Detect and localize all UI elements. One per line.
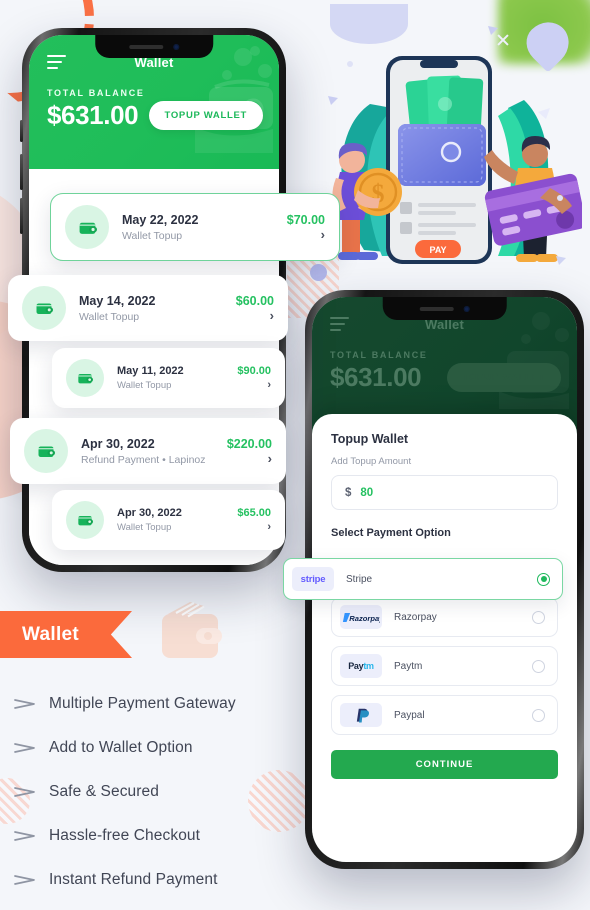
- wallet-icon: [65, 205, 109, 249]
- topup-wallet-sheet: Topup Wallet Add Topup Amount $ 80 Selec…: [312, 414, 577, 862]
- feature-item: Add to Wallet Option: [14, 726, 334, 770]
- transaction-amount: $90.00: [237, 365, 271, 377]
- payment-option-label: Stripe: [346, 573, 373, 585]
- feature-label: Multiple Payment Gateway: [49, 695, 236, 712]
- wallet-icon: [66, 501, 104, 539]
- wallet-ribbon-banner: Wallet: [0, 611, 132, 658]
- transaction-date: May 14, 2022: [79, 293, 156, 308]
- topup-wallet-button[interactable]: TOPUP WALLET: [446, 363, 561, 392]
- transaction-amount: $65.00: [237, 507, 271, 519]
- arrow-bullet-icon: [14, 787, 35, 797]
- transaction-card[interactable]: May 14, 2022 $60.00 Wallet Topup ›: [8, 275, 288, 341]
- payment-option-paypal[interactable]: Paypal: [331, 695, 558, 735]
- transaction-date: May 11, 2022: [117, 365, 184, 377]
- feature-label: Add to Wallet Option: [49, 739, 193, 756]
- amount-label: Add Topup Amount: [331, 456, 412, 467]
- balance-label: TOTAL BALANCE: [330, 350, 428, 360]
- feature-item: Instant Refund Payment: [14, 858, 334, 902]
- feature-label: Instant Refund Payment: [49, 871, 218, 888]
- ribbon-label: Wallet: [22, 623, 80, 645]
- paytm-logo: Paytm: [340, 654, 382, 678]
- transaction-date: May 22, 2022: [122, 212, 199, 227]
- continue-button[interactable]: CONTINUE: [331, 750, 558, 779]
- arrow-bullet-icon: [14, 831, 35, 841]
- currency-symbol: $: [345, 486, 352, 499]
- chevron-right-icon[interactable]: ›: [270, 308, 274, 323]
- wallet-icon: [24, 429, 68, 473]
- amount-value: 80: [360, 486, 374, 499]
- feature-item: Safe & Secured: [14, 770, 334, 814]
- feature-label: Hassle-free Checkout: [49, 827, 201, 844]
- arrow-bullet-icon: [14, 743, 35, 753]
- topup-amount-input[interactable]: $ 80: [331, 475, 558, 510]
- payment-radio[interactable]: [532, 708, 545, 722]
- chevron-right-icon[interactable]: ›: [267, 521, 271, 533]
- chevron-right-icon[interactable]: ›: [267, 379, 271, 391]
- side-button-volume-down: [20, 198, 23, 234]
- razorpay-logo: Razorpay: [340, 605, 382, 629]
- promo-canvas: PAY $ Wallet TOTAL BALANCE $631.00 TOPUP…: [0, 0, 590, 910]
- pay-button-label: PAY: [429, 245, 446, 255]
- svg-text:Razorpay: Razorpay: [349, 614, 380, 623]
- payment-option-label: Paypal: [394, 709, 425, 721]
- payment-option-razorpay[interactable]: Razorpay Razorpay: [331, 597, 558, 637]
- sheet-title: Topup Wallet: [331, 432, 409, 446]
- arrow-bullet-icon: [14, 875, 35, 885]
- payment-section-title: Select Payment Option: [331, 527, 451, 539]
- payment-radio[interactable]: [532, 659, 545, 673]
- feature-item: Multiple Payment Gateway: [14, 682, 334, 726]
- balance-amount: $631.00: [330, 362, 422, 392]
- transaction-amount: $70.00: [286, 212, 325, 227]
- transaction-date: Apr 30, 2022: [117, 507, 182, 519]
- payment-radio-selected[interactable]: [537, 572, 550, 586]
- speaker-grille: [129, 44, 163, 49]
- speaker-grille: [419, 306, 454, 311]
- payment-radio[interactable]: [532, 610, 545, 624]
- payment-option-stripe[interactable]: stripe Stripe: [283, 558, 563, 600]
- transaction-description: Wallet Topup: [117, 380, 172, 391]
- payment-option-paytm[interactable]: Paytm Paytm: [331, 646, 558, 686]
- transaction-amount: $60.00: [235, 293, 274, 308]
- feature-item: Hassle-free Checkout: [14, 814, 334, 858]
- transaction-card[interactable]: May 11, 2022 $90.00 Wallet Topup ›: [52, 348, 285, 408]
- side-button-volume-up: [20, 154, 23, 190]
- wallet-payment-illustration: PAY $: [328, 26, 582, 265]
- feature-label: Safe & Secured: [49, 783, 159, 800]
- transaction-card[interactable]: Apr 30, 2022 $65.00 Wallet Topup ›: [52, 490, 285, 550]
- stripe-logo: stripe: [292, 567, 334, 591]
- transaction-card[interactable]: May 22, 2022 $70.00 Wallet Topup ›: [50, 193, 340, 261]
- chevron-right-icon[interactable]: ›: [321, 227, 325, 242]
- arrow-bullet-icon: [14, 699, 35, 709]
- wallet-watermark-icon: [162, 602, 222, 658]
- side-button-mute: [20, 120, 23, 142]
- front-camera: [463, 305, 470, 312]
- paypal-logo: [340, 703, 382, 727]
- topup-wallet-button[interactable]: TOPUP WALLET: [148, 101, 263, 130]
- payment-option-label: Paytm: [394, 660, 423, 672]
- transaction-description: Wallet Topup: [122, 229, 183, 242]
- transaction-amount: $220.00: [226, 436, 272, 451]
- transaction-card[interactable]: Apr 30, 2022 $220.00 Refund Payment • La…: [10, 418, 286, 484]
- transaction-description: Wallet Topup: [79, 310, 140, 323]
- transaction-date: Apr 30, 2022: [81, 436, 155, 451]
- balance-label: TOTAL BALANCE: [47, 88, 145, 98]
- chevron-right-icon[interactable]: ›: [268, 451, 272, 466]
- phone-notch: [95, 35, 213, 58]
- feature-list: Multiple Payment Gateway Add to Wallet O…: [14, 682, 334, 902]
- payment-option-label: Razorpay: [394, 611, 437, 623]
- wallet-icon: [22, 286, 66, 330]
- transaction-description: Wallet Topup: [117, 522, 172, 533]
- wallet-icon: [66, 359, 104, 397]
- balance-amount: $631.00: [47, 100, 139, 130]
- phone-notch: [382, 297, 507, 320]
- front-camera: [173, 43, 179, 50]
- transaction-description: Refund Payment • Lapinoz: [81, 453, 206, 466]
